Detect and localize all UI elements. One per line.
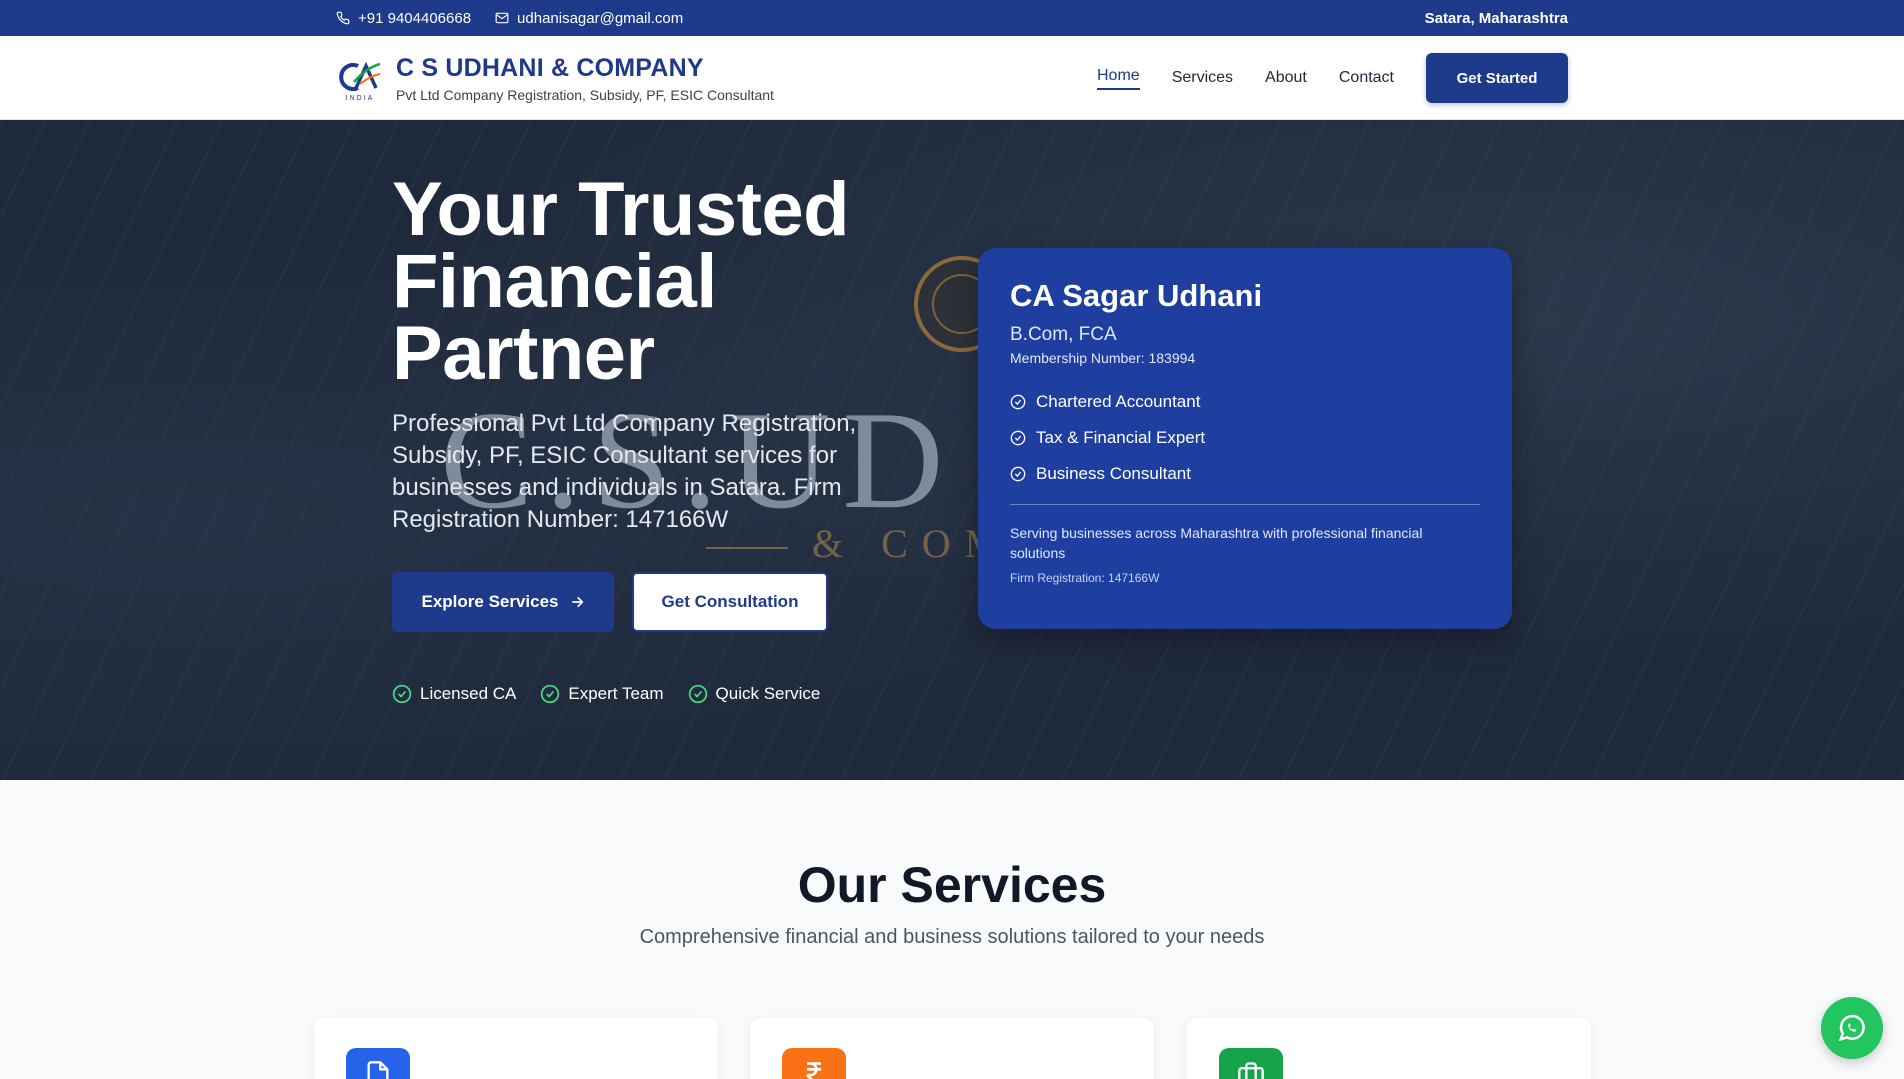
document-icon (346, 1048, 410, 1079)
profile-roles: Chartered Accountant Tax & Financial Exp… (1010, 392, 1480, 484)
phone-number: +91 9404406668 (358, 9, 472, 27)
check-circle-icon (688, 684, 707, 704)
services-heading: Our Services (797, 857, 1107, 913)
feature-label: Expert Team (568, 684, 664, 703)
feature-label: Quick Service (715, 684, 821, 703)
hero-title: Your Trusted Financial Partner (392, 167, 912, 396)
get-consultation-button[interactable]: Get Consultation (632, 572, 828, 632)
feature-quick-service: Quick Service (688, 684, 821, 704)
services-section: Our Services Comprehensive financial and… (0, 780, 1904, 1079)
site-header: INDIA C S UDHANI & COMPANY Pvt Ltd Compa… (0, 36, 1904, 120)
arrow-right-icon (571, 596, 584, 608)
company-tagline: Pvt Ltd Company Registration, Subsidy, P… (396, 86, 774, 103)
ca-logo-icon: INDIA (336, 54, 384, 102)
location-text: Satara, Maharashtra (1424, 9, 1568, 27)
get-started-button[interactable]: Get Started (1426, 53, 1568, 103)
profile-qualification: B.Com, FCA (1010, 324, 1117, 345)
services-subheading: Comprehensive financial and business sol… (639, 926, 1265, 948)
role-label: Chartered Accountant (1036, 392, 1201, 411)
role-item: Tax & Financial Expert (1010, 428, 1480, 448)
firm-registration: Firm Registration: 147166W (1010, 571, 1160, 585)
email-contact[interactable]: udhanisagar@gmail.com (495, 10, 683, 27)
serving-text: Serving businesses across Maharashtra wi… (1010, 525, 1423, 561)
company-name: C S UDHANI & COMPANY (396, 53, 704, 82)
membership-number: Membership Number: 183994 (1010, 350, 1196, 366)
feature-expert-team: Expert Team (540, 684, 664, 704)
check-circle-icon (1010, 394, 1026, 410)
check-circle-icon (1010, 430, 1026, 446)
nav-services[interactable]: Services (1172, 69, 1233, 87)
hero-title-line: Partner (392, 311, 655, 396)
card-divider (1010, 504, 1480, 505)
check-circle-icon (541, 684, 560, 704)
briefcase-icon (1219, 1048, 1283, 1079)
service-card[interactable] (750, 1018, 1154, 1079)
logo-text: INDIA (346, 95, 375, 102)
top-bar: +91 9404406668 udhanisagar@gmail.com Sat… (0, 0, 1904, 36)
rupee-icon (782, 1048, 846, 1079)
check-circle-icon (392, 684, 412, 704)
brand[interactable]: INDIA C S UDHANI & COMPANY Pvt Ltd Compa… (336, 54, 774, 103)
explore-services-label: Explore Services (421, 592, 559, 611)
hero-section: C.S.UD & COM Your Trusted Financial Part… (0, 120, 1904, 780)
hero-description: Professional Pvt Ltd Company Registratio… (392, 410, 857, 533)
phone-icon (336, 11, 350, 25)
role-item: Chartered Accountant (1010, 392, 1480, 412)
role-label: Tax & Financial Expert (1036, 428, 1206, 447)
email-address: udhanisagar@gmail.com (517, 9, 684, 27)
nav-about[interactable]: About (1265, 69, 1307, 87)
whatsapp-button[interactable] (1821, 997, 1883, 1059)
main-nav: Home Services About Contact Get Started (1097, 53, 1568, 103)
nav-home[interactable]: Home (1097, 67, 1140, 90)
role-label: Business Consultant (1036, 464, 1191, 483)
check-circle-icon (1010, 466, 1026, 482)
profile-name: CA Sagar Udhani (1010, 278, 1263, 313)
hero-title-line: Financial (392, 239, 717, 324)
hero-title-line: Your Trusted (392, 167, 850, 252)
service-card[interactable] (314, 1018, 718, 1079)
explore-services-button[interactable]: Explore Services (392, 572, 614, 632)
role-item: Business Consultant (1010, 464, 1480, 484)
feature-label: Licensed CA (420, 684, 517, 703)
hero-features: Licensed CA Expert Team Quick Service (392, 684, 912, 704)
mail-icon (495, 12, 509, 24)
phone-contact[interactable]: +91 9404406668 (336, 10, 471, 27)
feature-licensed-ca: Licensed CA (392, 684, 516, 704)
service-card[interactable] (1187, 1018, 1591, 1079)
profile-card: CA Sagar Udhani B.Com, FCA Membership Nu… (978, 248, 1512, 629)
whatsapp-icon (1838, 1014, 1865, 1042)
nav-contact[interactable]: Contact (1339, 69, 1394, 87)
